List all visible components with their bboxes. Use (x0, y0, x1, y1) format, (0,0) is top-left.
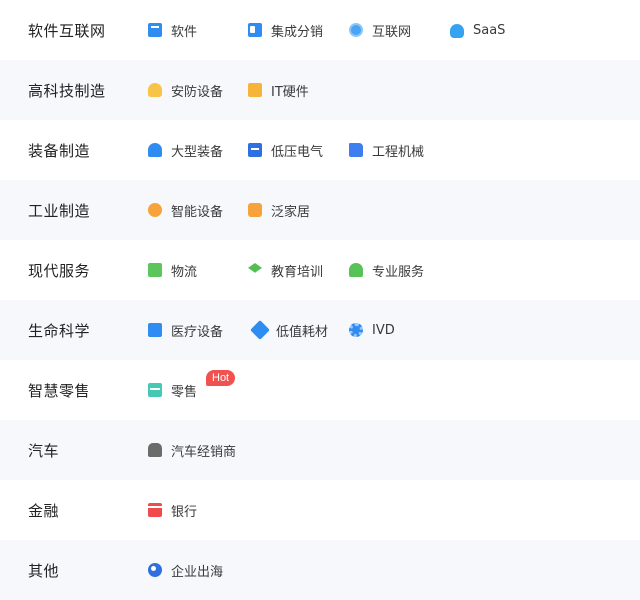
item-label: 互联网 (372, 24, 412, 40)
category-row-industrial-manufacturing: 工业制造 智能设备 泛家居 (0, 180, 640, 240)
item-label: 大型装备 (171, 144, 224, 160)
item-label: 智能设备 (171, 204, 224, 220)
item-label: 银行 (171, 504, 198, 520)
category-row-smart-retail: 智慧零售 零售 Hot (0, 360, 640, 420)
item-label: 低值耗材 (276, 324, 329, 340)
delivery-truck-icon (148, 263, 162, 277)
item-label: 零售 (171, 384, 198, 400)
category-items: 大型装备 低压电气 工程机械 (148, 120, 424, 180)
category-name: 金融 (28, 501, 60, 520)
item-engineering-machinery[interactable]: 工程机械 (349, 138, 424, 162)
battery-icon (248, 143, 262, 157)
item-label: 安防设备 (171, 84, 224, 100)
item-home-furnishing[interactable]: 泛家居 (248, 198, 310, 222)
category-row-high-tech-manufacturing: 高科技制造 安防设备 IT硬件 (0, 60, 640, 120)
software-icon (148, 23, 162, 37)
category-items: 智能设备 泛家居 (148, 180, 310, 240)
item-it-hardware[interactable]: IT硬件 (248, 78, 309, 102)
category-name: 智慧零售 (28, 381, 91, 400)
item-ivd[interactable]: IVD (349, 318, 395, 342)
monitor-icon (248, 83, 262, 97)
industry-category-list: 软件互联网 软件 集成分销 互联网 SaaS 高科技制造 安防设备 IT硬件 装… (0, 0, 640, 600)
sofa-icon (248, 203, 262, 217)
category-row-software-internet: 软件互联网 软件 集成分销 互联网 SaaS (0, 0, 640, 60)
security-icon (148, 83, 162, 97)
item-saas[interactable]: SaaS (450, 18, 505, 42)
category-items: 企业出海 (148, 540, 223, 600)
item-label: 泛家居 (271, 204, 311, 220)
item-smart-device[interactable]: 智能设备 (148, 198, 248, 222)
item-large-equipment[interactable]: 大型装备 (148, 138, 248, 162)
item-logistics[interactable]: 物流 (148, 258, 248, 282)
category-row-equipment-manufacturing: 装备制造 大型装备 低压电气 工程机械 (0, 120, 640, 180)
item-software[interactable]: 软件 (148, 18, 248, 42)
item-low-voltage-electrical[interactable]: 低压电气 (248, 138, 349, 162)
category-items: 物流 教育培训 专业服务 (148, 240, 424, 300)
category-row-life-sciences: 生命科学 医疗设备 低值耗材 IVD (0, 300, 640, 360)
item-label: 工程机械 (372, 144, 425, 160)
item-label: 教育培训 (271, 264, 324, 280)
item-label: 企业出海 (171, 564, 224, 580)
item-label: 软件 (171, 24, 198, 40)
item-label: 医疗设备 (171, 324, 224, 340)
category-items: 汽车经销商 (148, 420, 236, 480)
car-icon (148, 443, 162, 457)
bank-card-icon (148, 503, 162, 517)
category-items: 软件 集成分销 互联网 SaaS (148, 0, 505, 60)
smart-device-icon (148, 203, 162, 217)
medical-image-icon (148, 323, 162, 337)
category-name: 其他 (28, 561, 60, 580)
item-integration-distribution[interactable]: 集成分销 (248, 18, 349, 42)
graduation-cap-icon (248, 263, 262, 273)
item-internet[interactable]: 互联网 (349, 18, 450, 42)
category-name: 装备制造 (28, 141, 91, 160)
hot-badge: Hot (206, 370, 236, 386)
item-retail[interactable]: 零售 Hot (148, 370, 236, 402)
category-name: 高科技制造 (28, 81, 106, 100)
item-going-global[interactable]: 企业出海 (148, 558, 223, 582)
category-items: 银行 (148, 480, 197, 540)
item-security-equipment[interactable]: 安防设备 (148, 78, 248, 102)
category-row-finance: 金融 银行 (0, 480, 640, 540)
item-label: 集成分销 (271, 24, 324, 40)
virus-icon (349, 323, 363, 337)
item-education-training[interactable]: 教育培训 (248, 258, 349, 282)
category-name: 生命科学 (28, 321, 91, 340)
category-row-automotive: 汽车 汽车经销商 (0, 420, 640, 480)
item-label: 物流 (171, 264, 198, 280)
truck-icon (349, 143, 363, 157)
item-professional-services[interactable]: 专业服务 (349, 258, 424, 282)
category-row-other: 其他 企业出海 (0, 540, 640, 600)
item-label: IVD (372, 322, 395, 338)
category-name: 汽车 (28, 441, 60, 460)
store-icon (148, 383, 162, 397)
category-items: 安防设备 IT硬件 (148, 60, 309, 120)
item-label: 专业服务 (372, 264, 425, 280)
item-label: 低压电气 (271, 144, 324, 160)
item-label: SaaS (473, 22, 506, 38)
category-name: 软件互联网 (28, 21, 106, 40)
item-low-value-consumables[interactable]: 低值耗材 (248, 318, 349, 342)
person-icon (349, 263, 363, 277)
category-row-modern-services: 现代服务 物流 教育培训 专业服务 (0, 240, 640, 300)
category-items: 医疗设备 低值耗材 IVD (148, 300, 395, 360)
internet-icon (349, 23, 363, 37)
category-items: 零售 Hot (148, 360, 236, 420)
cloud-icon (450, 24, 464, 38)
item-label: IT硬件 (271, 84, 309, 100)
category-name: 现代服务 (28, 261, 91, 280)
item-car-dealer[interactable]: 汽车经销商 (148, 438, 236, 462)
item-label: 汽车经销商 (171, 444, 237, 460)
item-bank[interactable]: 银行 (148, 498, 197, 522)
pen-icon (250, 320, 270, 340)
integration-icon (248, 23, 262, 37)
category-name: 工业制造 (28, 201, 91, 220)
globe-icon (148, 563, 162, 577)
item-medical-equipment[interactable]: 医疗设备 (148, 318, 248, 342)
large-equipment-icon (148, 143, 162, 157)
